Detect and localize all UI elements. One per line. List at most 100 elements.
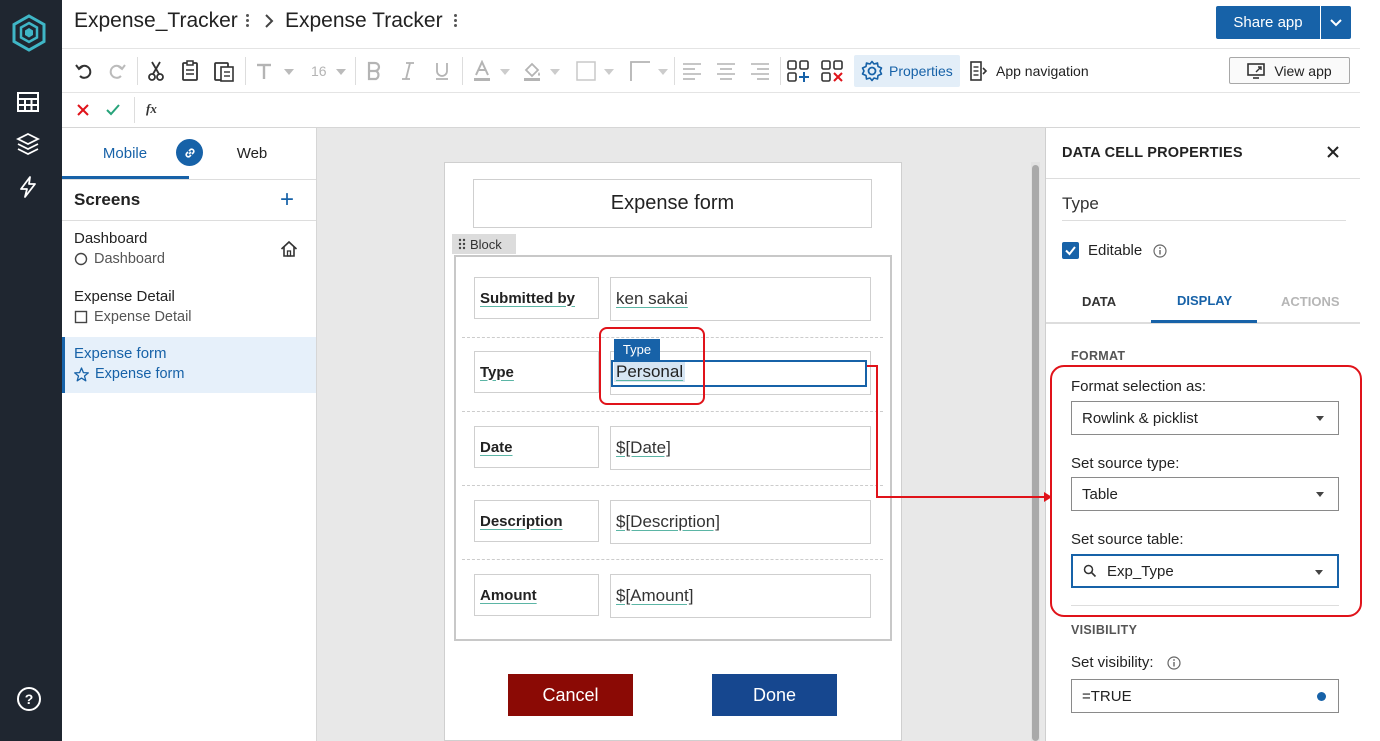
- home-icon: [280, 240, 298, 258]
- field-value-date[interactable]: $[Date]: [610, 426, 871, 470]
- font-size-caret-icon[interactable]: [336, 69, 346, 75]
- app-logo-icon[interactable]: [10, 14, 48, 52]
- cell-name[interactable]: Type: [1062, 194, 1099, 214]
- properties-label: Properties: [889, 63, 953, 79]
- screen-item-expense-detail[interactable]: Expense Detail Expense Detail: [62, 280, 316, 336]
- cancel-button[interactable]: Cancel: [508, 674, 633, 716]
- svg-text:?: ?: [25, 691, 34, 707]
- title-bar: Expense_Tracker Expense Tracker: [62, 0, 1360, 46]
- tab-web[interactable]: Web: [200, 128, 304, 178]
- visibility-formula-input[interactable]: =TRUE: [1071, 679, 1339, 713]
- align-right-icon[interactable]: [748, 59, 772, 83]
- add-component-icon[interactable]: [786, 59, 810, 83]
- help-icon[interactable]: ?: [16, 686, 42, 712]
- field-label-description[interactable]: Description: [474, 500, 599, 542]
- cut-icon[interactable]: [144, 59, 168, 83]
- italic-icon[interactable]: [396, 59, 420, 83]
- fill-color-icon[interactable]: [520, 59, 544, 83]
- redo-icon[interactable]: [105, 59, 129, 83]
- app-navigation-label: App navigation: [996, 63, 1089, 79]
- field-label-submitted-by[interactable]: Submitted by: [474, 277, 599, 319]
- square-icon: [74, 310, 88, 324]
- border-caret-icon[interactable]: [604, 69, 614, 75]
- done-button[interactable]: Done: [712, 674, 837, 716]
- cancel-formula-icon[interactable]: [76, 103, 90, 117]
- formula-indicator-dot: [1317, 692, 1326, 701]
- tab-actions[interactable]: ACTIONS: [1281, 294, 1340, 309]
- drag-handle-icon: [458, 238, 466, 250]
- field-value-description[interactable]: $[Description]: [610, 500, 871, 544]
- align-center-icon[interactable]: [714, 59, 738, 83]
- screens-panel: Mobile Web Screens + Dashboard Dashboard…: [62, 128, 317, 741]
- remove-component-icon[interactable]: [820, 59, 844, 83]
- chevron-down-icon: [1330, 18, 1342, 26]
- underline-icon[interactable]: [430, 59, 454, 83]
- toolbar: 16 Properties App navigation: [62, 48, 1360, 92]
- workbook-menu-icon[interactable]: [246, 14, 250, 30]
- close-icon[interactable]: [1326, 145, 1340, 159]
- form-title[interactable]: Expense form: [473, 179, 872, 228]
- visibility-section-heading: VISIBILITY: [1071, 623, 1138, 637]
- tab-data[interactable]: DATA: [1082, 294, 1116, 309]
- screen-item-dashboard[interactable]: Dashboard Dashboard: [62, 222, 316, 278]
- field-value-amount[interactable]: $[Amount]: [610, 574, 871, 618]
- field-value-submitted-by[interactable]: ken sakai: [610, 277, 871, 321]
- app-navigation-button[interactable]: App navigation: [970, 55, 1120, 87]
- formula-bar: fx: [62, 92, 1360, 128]
- add-screen-button[interactable]: +: [280, 186, 294, 214]
- text-color-icon[interactable]: [470, 59, 494, 83]
- border-style-caret-icon[interactable]: [658, 69, 668, 75]
- editable-checkbox[interactable]: [1062, 242, 1079, 259]
- border-icon[interactable]: [574, 59, 598, 83]
- fill-color-caret-icon[interactable]: [550, 69, 560, 75]
- visibility-info-icon[interactable]: [1167, 656, 1181, 670]
- border-style-icon[interactable]: [628, 59, 652, 83]
- tab-display[interactable]: DISPLAY: [1177, 293, 1232, 308]
- link-icon[interactable]: [176, 139, 203, 166]
- annotation-arrow: [867, 365, 1052, 502]
- align-left-icon[interactable]: [680, 59, 704, 83]
- layers-icon[interactable]: [16, 132, 42, 158]
- lightning-icon[interactable]: [16, 175, 42, 201]
- screen-name: Expense Detail: [74, 288, 175, 305]
- app-menu-icon[interactable]: [454, 14, 458, 30]
- grid-icon[interactable]: [16, 90, 42, 116]
- paste-icon[interactable]: [212, 59, 236, 83]
- copy-icon[interactable]: [178, 59, 202, 83]
- text-color-caret-icon[interactable]: [500, 69, 510, 75]
- field-label-amount[interactable]: Amount: [474, 574, 599, 616]
- field-label-type[interactable]: Type: [474, 351, 599, 393]
- text-style-icon[interactable]: [252, 59, 276, 83]
- view-app-button[interactable]: View app: [1229, 57, 1350, 84]
- share-dropdown-button[interactable]: [1321, 6, 1351, 39]
- screen-sub: Expense form: [95, 366, 185, 382]
- properties-button[interactable]: Properties: [854, 55, 960, 87]
- screen-item-expense-form[interactable]: Expense form Expense form: [62, 337, 316, 393]
- breadcrumb-app[interactable]: Expense Tracker: [285, 9, 443, 33]
- formula-input[interactable]: [166, 97, 1346, 125]
- screens-title: Screens: [74, 190, 141, 209]
- tab-display-indicator: [1151, 320, 1257, 323]
- chevron-right-icon: [263, 12, 275, 30]
- breadcrumb-workbook[interactable]: Expense_Tracker: [74, 9, 238, 33]
- panel-title: DATA CELL PROPERTIES: [1062, 145, 1243, 161]
- undo-icon[interactable]: [72, 59, 96, 83]
- fx-icon: fx: [146, 101, 157, 116]
- circle-icon: [74, 252, 88, 266]
- block-tag[interactable]: Block: [452, 234, 516, 254]
- navigation-icon: [970, 61, 988, 81]
- editable-label: Editable: [1088, 242, 1143, 259]
- monitor-icon: [1247, 62, 1266, 79]
- tab-mobile[interactable]: Mobile: [62, 128, 188, 178]
- gear-icon: [861, 60, 883, 82]
- info-icon[interactable]: [1153, 244, 1167, 258]
- star-icon: [74, 366, 89, 381]
- confirm-formula-icon[interactable]: [105, 103, 121, 117]
- screen-sub: Dashboard: [94, 251, 165, 267]
- font-size-value[interactable]: 16: [311, 63, 327, 79]
- left-rail: ?: [0, 0, 62, 741]
- field-label-date[interactable]: Date: [474, 426, 599, 468]
- bold-icon[interactable]: [362, 59, 386, 83]
- share-app-button[interactable]: Share app: [1216, 6, 1320, 39]
- text-style-caret-icon[interactable]: [284, 69, 294, 75]
